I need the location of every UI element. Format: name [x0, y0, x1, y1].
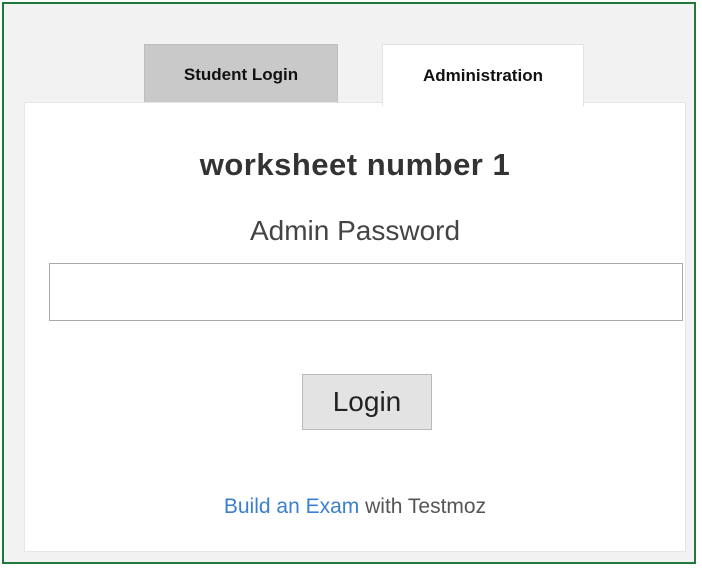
- app-frame: Student Login Administration worksheet n…: [2, 2, 696, 564]
- footer-credit: Build an Exam with Testmoz: [25, 495, 685, 519]
- tab-student-login[interactable]: Student Login: [144, 44, 338, 104]
- login-button[interactable]: Login: [302, 374, 432, 430]
- footer-suffix-text: with Testmoz: [359, 495, 487, 518]
- login-panel: worksheet number 1 Admin Password Login …: [24, 102, 686, 552]
- admin-password-input[interactable]: [49, 263, 683, 321]
- page-title: worksheet number 1: [199, 147, 511, 182]
- build-exam-link[interactable]: Build an Exam: [224, 495, 359, 518]
- tab-administration[interactable]: Administration: [382, 44, 584, 106]
- password-label: Admin Password: [249, 215, 461, 246]
